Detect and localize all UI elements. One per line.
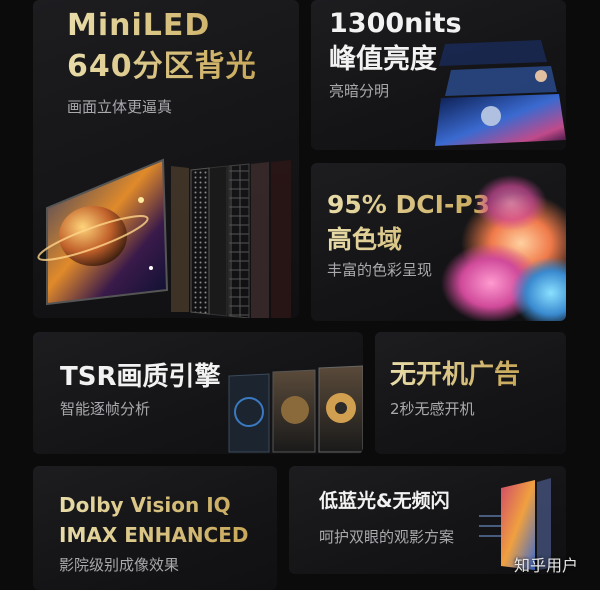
feature-card-dolby-imax: Dolby Vision IQ IMAX ENHANCED 影院级别成像效果 [33, 466, 277, 590]
feature-card-brightness: 1300nits 峰值亮度 亮暗分明 [311, 0, 566, 150]
feature-subtitle: 影院级别成像效果 [59, 556, 180, 574]
feature-title: 无开机广告 [390, 360, 521, 390]
feature-title-line2: IMAX ENHANCED [59, 523, 249, 547]
feature-card-tsr-engine: TSR画质引擎 智能逐帧分析 [33, 332, 363, 454]
feature-title: Dolby Vision IQ IMAX ENHANCED [59, 490, 249, 550]
feature-subtitle: 2秒无感开机 [390, 400, 475, 418]
watermark: 知乎用户 [513, 556, 578, 575]
color-smoke-illustration [441, 175, 566, 321]
feature-card-miniled: MiniLED 640分区背光 画面立体更逼真 [33, 0, 299, 318]
feature-card-no-ads: 无开机广告 2秒无感开机 [375, 332, 566, 454]
feature-title-line1: Dolby Vision IQ [59, 493, 231, 517]
galaxy-panels-illustration [435, 40, 566, 146]
robot-frames-illustration [228, 365, 363, 453]
tv-layers-illustration [37, 158, 291, 318]
feature-card-color-gamut: 95% DCI-P3 高色域 丰富的色彩呈现 [311, 163, 566, 321]
